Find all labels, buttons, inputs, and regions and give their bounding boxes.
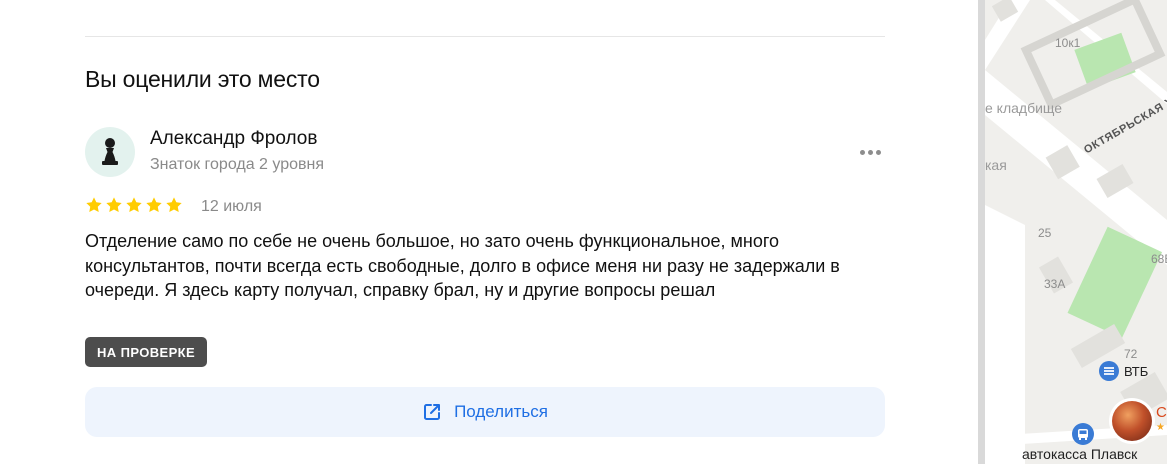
review-date: 12 июля [201,198,262,215]
star-icon [126,197,142,213]
star-icon [86,197,102,213]
map-label: 33А [1044,277,1066,291]
share-external-icon [424,404,441,420]
bus-icon[interactable] [1072,423,1094,445]
vtb-poi[interactable]: ВТБ [1099,361,1148,381]
divider [85,36,885,37]
more-dots-icon[interactable] [855,143,885,161]
share-label: Поделиться [454,402,548,421]
map-view[interactable]: 10к1 е кладбище кая 25 33А 72 68Б ОКТЯБР… [985,0,1167,464]
panel-scroll-gutter[interactable] [978,0,985,464]
rating-stars [85,196,183,214]
star-icon [166,197,182,213]
map-label: е кладбище [985,100,1063,116]
author-name[interactable]: Александр Фролов [150,128,317,150]
share-button[interactable]: Поделиться [85,387,885,437]
map-label: кая [985,157,1007,173]
status-badge: НА ПРОВЕРКЕ [85,337,208,367]
food-rating-icon: ★ [1156,422,1165,433]
chess-pawn-icon [102,138,118,165]
star-icon [146,197,162,213]
food-poi-label: С [1156,404,1167,421]
author-level: Знаток города 2 уровня [150,156,325,173]
section-title: Вы оценили это место [85,66,320,92]
food-photo-icon [1112,401,1152,441]
avatar[interactable] [85,127,135,177]
map-label: 25 [1038,226,1052,240]
bus-stop-label: автокасса Плавск [1022,446,1138,462]
map-label: 10к1 [1055,36,1081,50]
map-label: 72 [1124,347,1138,361]
vtb-bank-icon [1099,361,1119,381]
star-icon [106,197,122,213]
review-text: Отделение само по себе не очень большое,… [85,231,840,300]
vtb-label: ВТБ [1124,363,1149,379]
food-poi[interactable] [1109,398,1155,444]
map-background [985,0,1167,464]
map-label: 68Б [1151,252,1167,266]
review-panel: Вы оценили это место Александр Фролов Зн… [0,0,978,464]
